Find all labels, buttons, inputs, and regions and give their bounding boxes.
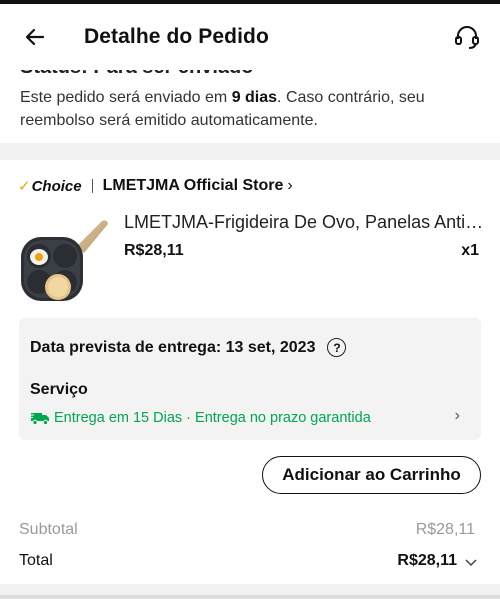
bottom-edge [0, 595, 500, 599]
estimated-delivery-text: Data prevista de entrega: 13 set, 2023 [30, 338, 316, 356]
choice-badge: ✓ Choice [18, 177, 82, 196]
status-title: Status: Para ser enviado [20, 70, 253, 79]
store-name: LMETJMA Official Store [102, 177, 284, 194]
total-row[interactable]: Total R$28,11 [19, 552, 481, 574]
truck-icon [30, 413, 49, 426]
service-label: Serviço [30, 381, 88, 398]
back-button[interactable] [18, 20, 52, 54]
store-divider [91, 179, 93, 193]
shipping-message: Este pedido será enviado em 9 dias. Caso… [20, 86, 482, 132]
service-delivery-row[interactable]: Entrega em 15 Dias · Entrega no prazo ga… [30, 407, 470, 429]
subtotal-row: Subtotal R$28,11 [19, 521, 481, 543]
order-card: ✓ Choice LMETJMA Official Store › LMETJM… [0, 160, 500, 584]
choice-badge-label: Choice [31, 177, 82, 195]
shipping-days: 9 dias [231, 89, 278, 106]
product-quantity: x1 [461, 242, 479, 259]
chevron-down-icon[interactable] [463, 554, 479, 570]
app-header: Detalhe do Pedido [0, 4, 500, 70]
store-link[interactable]: ✓ Choice LMETJMA Official Store › [18, 175, 293, 197]
shipping-message-prefix: Este pedido será enviado em [20, 89, 232, 106]
chevron-right-icon: › [287, 177, 293, 194]
estimated-delivery: Data prevista de entrega: 13 set, 2023 ? [30, 338, 347, 357]
total-value: R$28,11 [397, 552, 457, 569]
product-image[interactable] [18, 217, 110, 309]
order-status-card: Status: Para ser enviado Este pedido ser… [0, 70, 500, 143]
headset-icon [455, 26, 479, 49]
help-icon[interactable]: ? [327, 338, 347, 357]
total-label: Total [19, 552, 53, 569]
subtotal-label: Subtotal [19, 521, 78, 538]
choice-check-icon: ✓ [18, 178, 31, 195]
subtotal-value: R$28,11 [415, 521, 475, 538]
support-button[interactable] [452, 22, 482, 52]
add-to-cart-button[interactable]: Adicionar ao Carrinho [262, 456, 481, 494]
page-title: Detalhe do Pedido [84, 25, 269, 48]
chevron-right-icon: › [454, 407, 460, 424]
frying-pan-illustration [21, 220, 108, 301]
service-delivery-text: Entrega em 15 Dias · Entrega no prazo ga… [54, 410, 371, 426]
delivery-info-box: Data prevista de entrega: 13 set, 2023 ?… [19, 318, 481, 440]
arrow-left-icon [25, 28, 45, 46]
product-title[interactable]: LMETJMA-Frigideira De Ovo, Panelas Antia… [124, 212, 484, 233]
product-price: R$28,11 [124, 242, 184, 259]
